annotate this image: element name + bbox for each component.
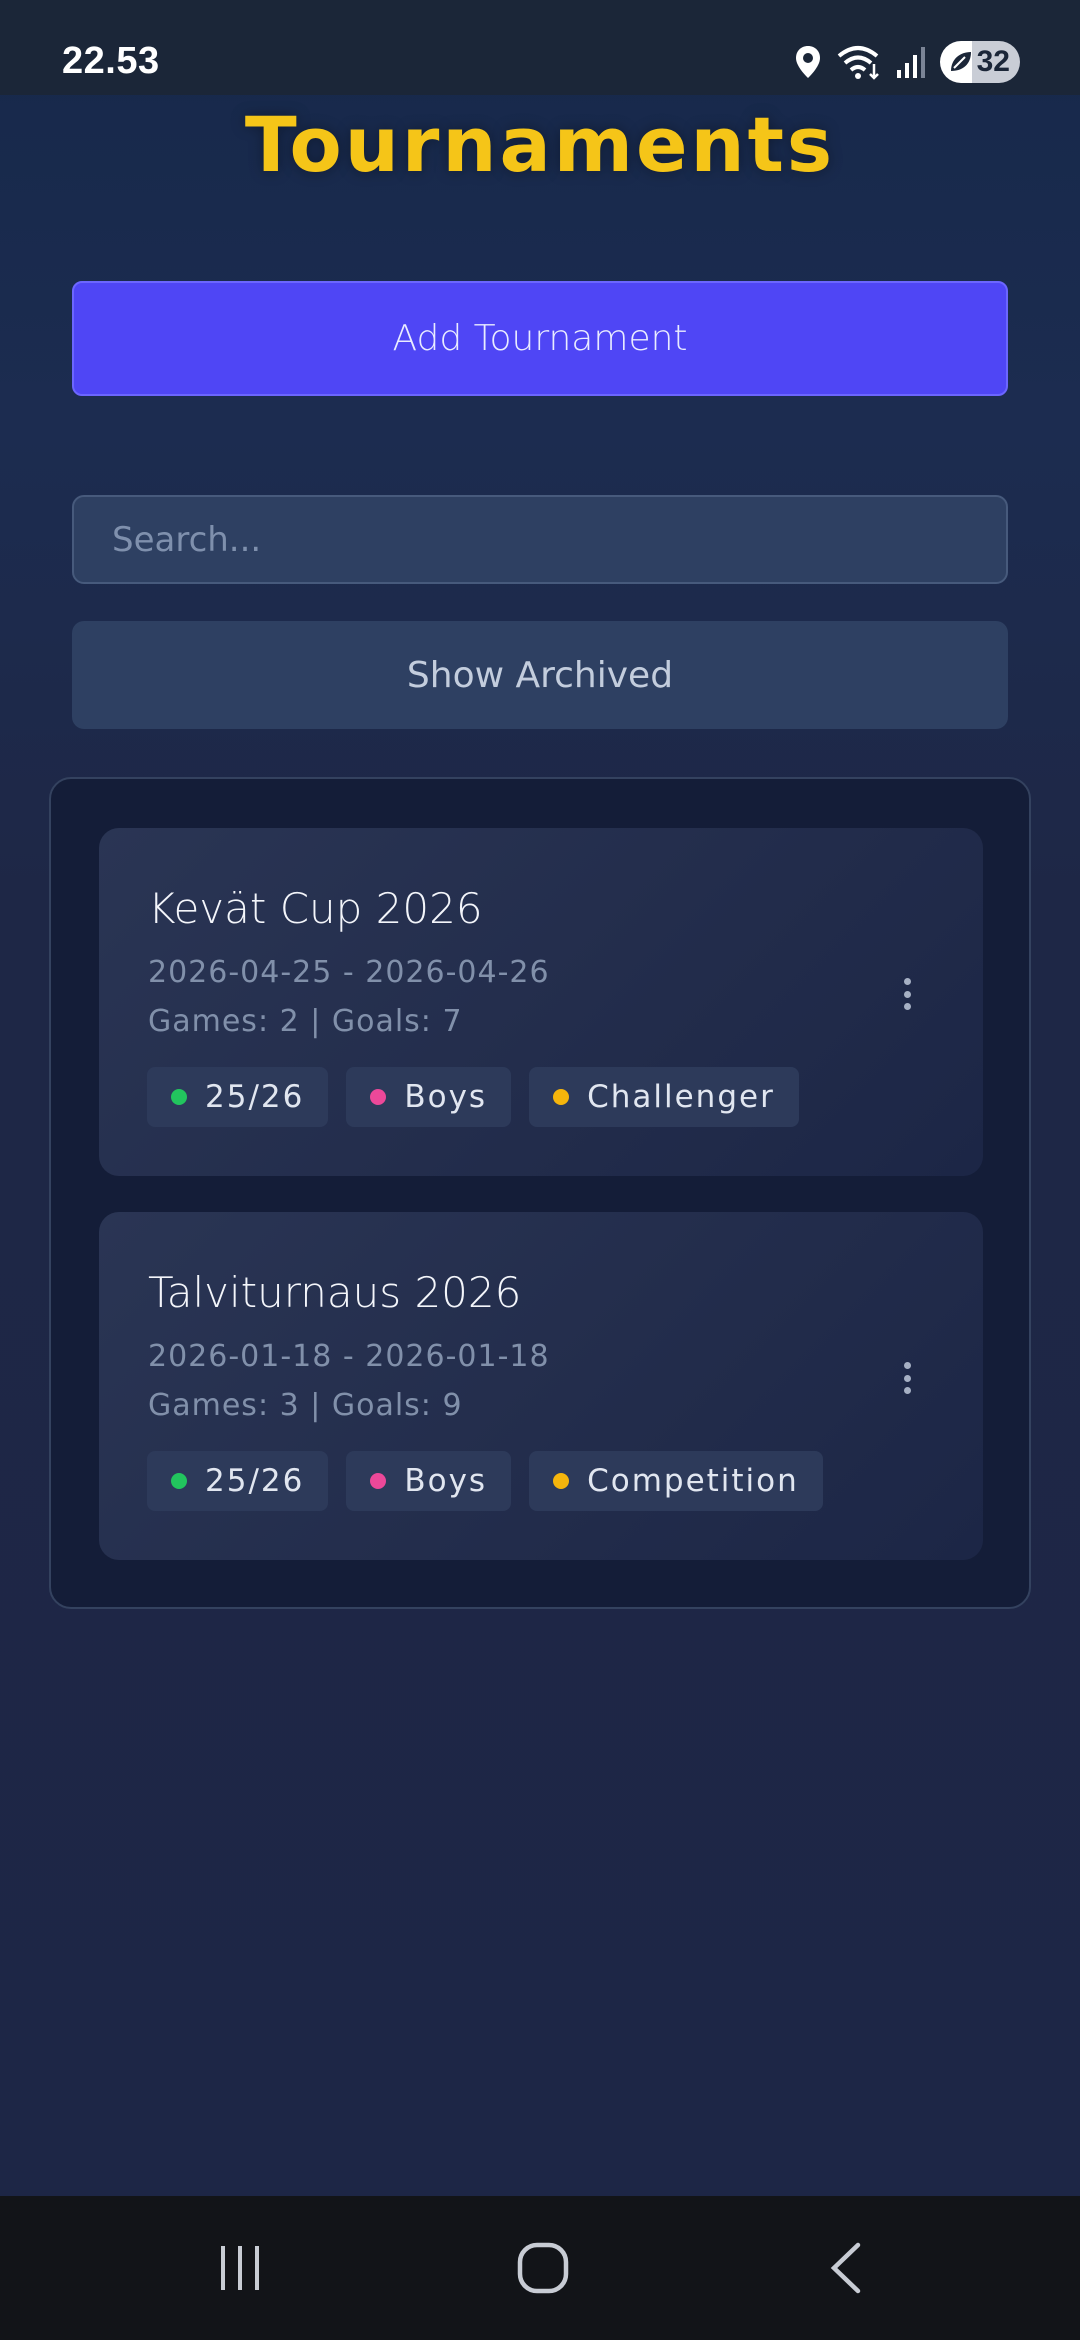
- tag-label: 25/26: [205, 1463, 305, 1499]
- signal-icon: [897, 47, 925, 78]
- level-tag: Competition: [529, 1451, 823, 1511]
- tag-dot: [171, 1089, 187, 1105]
- tournament-tags: 25/26 Boys Competition: [147, 1451, 823, 1511]
- tournament-title: Kevät Cup 2026: [148, 884, 483, 933]
- home-icon[interactable]: [503, 2238, 583, 2298]
- level-tag: Challenger: [529, 1067, 799, 1127]
- show-archived-button[interactable]: Show Archived: [72, 621, 1008, 729]
- status-time: 22.53: [62, 40, 160, 82]
- tag-label: 25/26: [205, 1079, 305, 1115]
- season-tag: 25/26: [147, 1451, 329, 1511]
- tag-dot: [370, 1473, 387, 1489]
- tag-label: Boys: [404, 1079, 488, 1115]
- tag-dot: [171, 1473, 187, 1489]
- season-tag: 25/26: [147, 1067, 329, 1127]
- tournament-card[interactable]: Kevät Cup 2026 2026-04-25 - 2026-04-26 G…: [99, 828, 983, 1176]
- app-screen: 22.53 32 Tournaments Add Tournament Sear…: [0, 0, 1080, 2340]
- tag-label: Boys: [404, 1463, 488, 1499]
- status-bar: 22.53 32: [0, 0, 1080, 95]
- tournament-title: Talviturnaus 2026: [148, 1268, 522, 1317]
- page-title: Tournaments: [244, 100, 836, 189]
- tournament-card[interactable]: Talviturnaus 2026 2026-01-18 - 2026-01-1…: [99, 1212, 983, 1560]
- tournament-tags: 25/26 Boys Challenger: [147, 1067, 799, 1127]
- recent-apps-icon[interactable]: [200, 2238, 280, 2298]
- status-icons: 32: [794, 40, 1020, 84]
- wifi-icon: [837, 46, 879, 80]
- tournament-stats: Games: 3 | Goals: 9: [148, 1388, 463, 1423]
- battery-indicator: 32: [940, 41, 1020, 83]
- tournament-dates: 2026-01-18 - 2026-01-18: [148, 1339, 550, 1374]
- group-tag: Boys: [346, 1451, 512, 1511]
- more-options-icon[interactable]: [891, 1358, 923, 1398]
- tag-label: Competition: [587, 1463, 799, 1499]
- search-input[interactable]: [112, 519, 968, 560]
- tournament-stats: Games: 2 | Goals: 7: [148, 1004, 463, 1039]
- tag-label: Challenger: [587, 1079, 775, 1115]
- group-tag: Boys: [346, 1067, 512, 1127]
- power-saving-icon: [951, 52, 971, 71]
- tournament-list: Kevät Cup 2026 2026-04-25 - 2026-04-26 G…: [49, 777, 1031, 1609]
- tag-dot: [553, 1089, 570, 1105]
- tag-dot: [370, 1089, 387, 1105]
- battery-level: 32: [976, 45, 1010, 78]
- tag-dot: [553, 1473, 570, 1489]
- add-tournament-button[interactable]: Add Tournament: [72, 281, 1008, 396]
- system-nav-bar: [0, 2196, 1080, 2340]
- search-field[interactable]: [72, 495, 1008, 584]
- back-icon[interactable]: [806, 2238, 886, 2298]
- tournament-dates: 2026-04-25 - 2026-04-26: [148, 955, 550, 990]
- location-icon: [796, 46, 820, 78]
- more-options-icon[interactable]: [891, 974, 923, 1014]
